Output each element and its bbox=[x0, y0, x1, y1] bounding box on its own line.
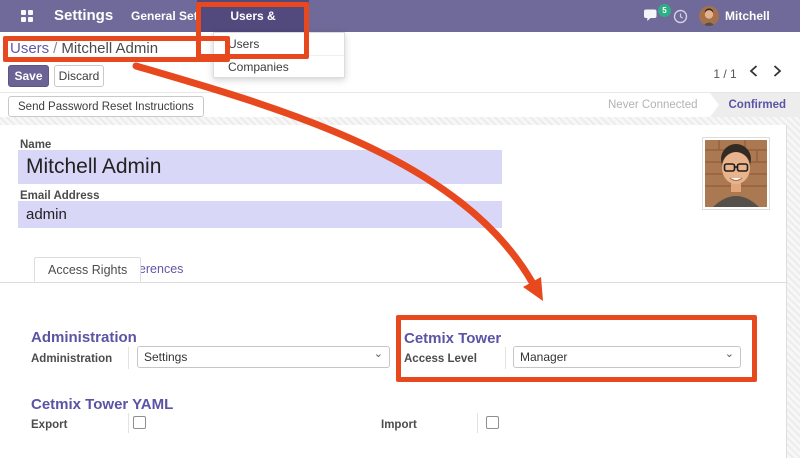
divider bbox=[505, 347, 506, 369]
pager-previous-button[interactable] bbox=[745, 63, 761, 81]
user-avatar-small[interactable] bbox=[699, 6, 719, 26]
menu-users-and-companies[interactable]: Users & Companies bbox=[197, 0, 309, 32]
administration-field-label: Administration bbox=[31, 353, 112, 365]
apps-grid-icon[interactable] bbox=[21, 10, 34, 23]
export-checkbox[interactable] bbox=[133, 416, 146, 429]
app-title: Settings bbox=[54, 0, 113, 32]
breadcrumb-users-link[interactable]: Users bbox=[10, 40, 49, 57]
top-navbar: Settings General Settings Users & Compan… bbox=[0, 0, 800, 32]
save-button[interactable]: Save bbox=[8, 65, 49, 87]
status-confirmed-wrap[interactable]: Confirmed bbox=[710, 93, 800, 117]
divider bbox=[128, 347, 129, 369]
dropdown-item-companies[interactable]: Companies bbox=[214, 55, 344, 77]
chevron-right-icon bbox=[773, 65, 782, 77]
status-never-connected[interactable]: Never Connected bbox=[608, 93, 710, 117]
divider bbox=[477, 413, 478, 433]
import-field-label: Import bbox=[381, 419, 417, 431]
user-photo[interactable] bbox=[702, 137, 770, 210]
group-title-cetmix-tower-yaml: Cetmix Tower YAML bbox=[31, 396, 173, 413]
settings-app-window: Settings General Settings Users & Compan… bbox=[0, 0, 800, 458]
divider bbox=[128, 413, 129, 433]
group-title-cetmix-tower: Cetmix Tower bbox=[404, 330, 501, 347]
export-field-label: Export bbox=[31, 419, 67, 431]
administration-select-wrap: Settings bbox=[137, 346, 390, 368]
tab-access-rights[interactable]: Access Rights bbox=[34, 257, 141, 282]
send-password-reset-button[interactable]: Send Password Reset Instructions bbox=[8, 96, 204, 117]
access-level-select[interactable]: Manager bbox=[513, 346, 741, 368]
breadcrumb-separator: / bbox=[49, 40, 61, 57]
activities-clock-icon[interactable] bbox=[673, 9, 688, 24]
email-input[interactable] bbox=[18, 201, 502, 228]
dropdown-item-users[interactable]: Users bbox=[214, 33, 344, 55]
chevron-left-icon bbox=[749, 65, 758, 77]
administration-select[interactable]: Settings bbox=[137, 346, 390, 368]
pager-next-button[interactable] bbox=[769, 63, 785, 81]
import-checkbox[interactable] bbox=[486, 416, 499, 429]
breadcrumb-current: Mitchell Admin bbox=[61, 40, 158, 57]
statusbar-arrow-notch bbox=[710, 93, 719, 117]
access-level-select-wrap: Manager bbox=[513, 346, 741, 368]
access-level-field-label: Access Level bbox=[404, 353, 477, 365]
pager-value: 1 / 1 bbox=[708, 67, 742, 81]
users-companies-dropdown: Users Companies bbox=[213, 32, 345, 78]
breadcrumb: Users/Mitchell Admin bbox=[10, 40, 158, 57]
statusbar: Never Connected Confirmed bbox=[608, 93, 800, 117]
discard-button[interactable]: Discard bbox=[54, 65, 104, 87]
status-confirmed: Confirmed bbox=[719, 99, 800, 111]
messages-count-badge: 5 bbox=[658, 4, 671, 17]
user-name-topbar[interactable]: Mitchell Admin bbox=[725, 0, 800, 32]
name-input[interactable] bbox=[18, 150, 502, 184]
group-title-administration: Administration bbox=[31, 329, 137, 346]
